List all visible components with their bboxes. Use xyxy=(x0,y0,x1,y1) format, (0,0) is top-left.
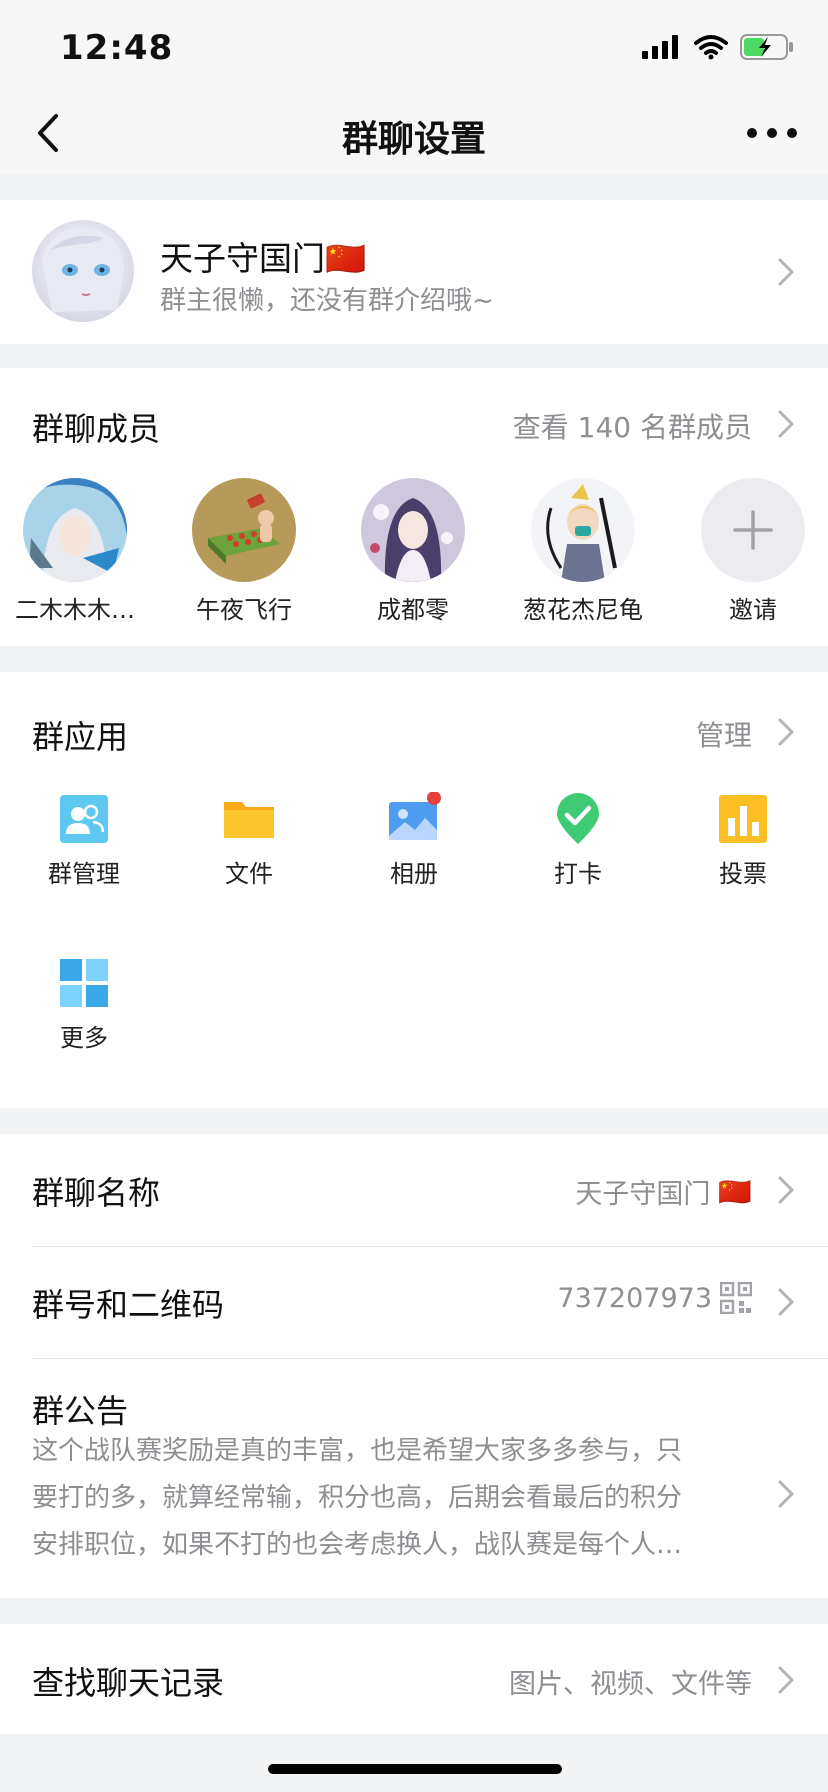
group-notice-text: 这个战队赛奖励是真的丰富，也是希望大家多多参与，只 要打的多，就算经常输，积分也… xyxy=(32,1436,683,1560)
apps-title: 群应用 xyxy=(32,718,129,756)
app-checkin[interactable]: 打卡 xyxy=(513,792,643,889)
qr-code-icon xyxy=(720,1282,752,1314)
member-item[interactable]: 午夜飞行 xyxy=(169,478,319,625)
chevron-right-icon xyxy=(778,718,794,746)
members-section: 群聊成员 查看 140 名群成员 二木木木… 午夜飞行 成都零 葱花杰尼龟 邀请 xyxy=(0,368,828,646)
invite-label: 邀请 xyxy=(729,596,777,624)
member-avatar xyxy=(23,478,127,582)
app-label: 打卡 xyxy=(554,860,602,888)
group-name-label: 群聊名称 xyxy=(32,1174,161,1212)
group-avatar xyxy=(32,220,134,322)
group-id-label: 群号和二维码 xyxy=(32,1286,225,1324)
group-apps-section: 群应用 管理 群管理 文件 相册 打卡 投票 更多 xyxy=(0,672,828,1108)
chevron-right-icon xyxy=(778,1176,794,1204)
app-vote[interactable]: 投票 xyxy=(678,792,808,889)
folder-icon xyxy=(222,792,276,846)
app-more[interactable]: 更多 xyxy=(19,956,149,1053)
app-label: 投票 xyxy=(719,860,767,888)
member-item[interactable]: 二木木木… xyxy=(0,478,150,625)
app-files[interactable]: 文件 xyxy=(184,792,314,889)
home-indicator xyxy=(268,1764,562,1774)
member-list: 二木木木… 午夜飞行 成都零 葱花杰尼龟 邀请 xyxy=(0,478,828,628)
checkin-icon xyxy=(551,792,605,846)
search-chat-hint: 图片、视频、文件等 xyxy=(509,1669,752,1700)
status-time: 12:48 xyxy=(60,28,174,68)
app-label: 文件 xyxy=(225,860,273,888)
page-title: 群聊设置 xyxy=(341,119,486,160)
group-name-row[interactable]: 群聊名称 天子守国门 🇨🇳 xyxy=(0,1134,828,1244)
status-icons xyxy=(642,34,794,60)
app-album[interactable]: 相册 xyxy=(349,791,479,889)
apps-manage-link[interactable]: 管理 xyxy=(696,714,752,754)
members-title: 群聊成员 xyxy=(32,410,161,448)
battery-charging-icon xyxy=(740,34,793,60)
more-apps-icon xyxy=(57,956,111,1010)
group-notice-row[interactable]: 群公告 这个战队赛奖励是真的丰富，也是希望大家多多参与，只 要打的多，就算经常输… xyxy=(0,1358,828,1598)
china-flag-icon: 🇨🇳 xyxy=(718,1176,752,1208)
photo-album-icon xyxy=(387,791,441,846)
search-chat-history-row[interactable]: 查找聊天记录 图片、视频、文件等 xyxy=(0,1624,828,1734)
member-name: 二木木木… xyxy=(15,596,135,624)
app-label: 更多 xyxy=(60,1024,108,1052)
group-profile-row[interactable]: 天子守国门🇨🇳 群主很懒，还没有群介绍哦~ xyxy=(0,200,828,344)
member-avatar xyxy=(361,478,465,582)
search-chat-label: 查找聊天记录 xyxy=(32,1664,225,1702)
app-label: 群管理 xyxy=(48,860,120,888)
wifi-icon xyxy=(694,35,728,60)
chevron-right-icon xyxy=(778,1480,794,1508)
status-bar: 12:48 xyxy=(0,0,828,96)
chevron-right-icon xyxy=(778,258,794,286)
chevron-right-icon xyxy=(778,1666,794,1694)
app-group-manage[interactable]: 群管理 xyxy=(19,792,149,889)
group-id-value: 737207973 xyxy=(557,1282,752,1314)
member-name: 午夜飞行 xyxy=(196,596,292,624)
group-settings-section: 群聊名称 天子守国门 🇨🇳 群号和二维码 737207973 群公告 这个战队赛… xyxy=(0,1134,828,1598)
view-all-members-link[interactable]: 查看 140 名群成员 xyxy=(513,406,752,446)
member-item[interactable]: 成都零 xyxy=(338,478,488,625)
vote-icon xyxy=(716,792,770,846)
group-name-value: 天子守国门 🇨🇳 xyxy=(575,1176,752,1211)
group-intro: 群主很懒，还没有群介绍哦~ xyxy=(160,286,494,316)
member-avatar xyxy=(531,478,635,582)
group-name: 天子守国门🇨🇳 xyxy=(160,239,367,278)
chevron-right-icon xyxy=(778,410,794,438)
china-flag-icon: 🇨🇳 xyxy=(325,239,367,278)
more-button[interactable] xyxy=(742,108,802,158)
chevron-right-icon xyxy=(778,1288,794,1316)
member-name: 葱花杰尼龟 xyxy=(523,596,643,624)
group-manage-icon xyxy=(57,792,111,846)
nav-bar: 群聊设置 xyxy=(0,96,828,174)
member-name: 成都零 xyxy=(377,596,449,624)
app-label: 相册 xyxy=(390,860,438,888)
member-avatar xyxy=(192,478,296,582)
member-item[interactable]: 葱花杰尼龟 xyxy=(508,478,658,625)
plus-icon xyxy=(701,478,805,582)
group-id-qr-row[interactable]: 群号和二维码 737207973 xyxy=(0,1246,828,1356)
group-notice-label: 群公告 xyxy=(32,1392,129,1430)
cellular-signal-icon xyxy=(642,35,678,59)
invite-member-button[interactable]: 邀请 xyxy=(678,478,828,625)
